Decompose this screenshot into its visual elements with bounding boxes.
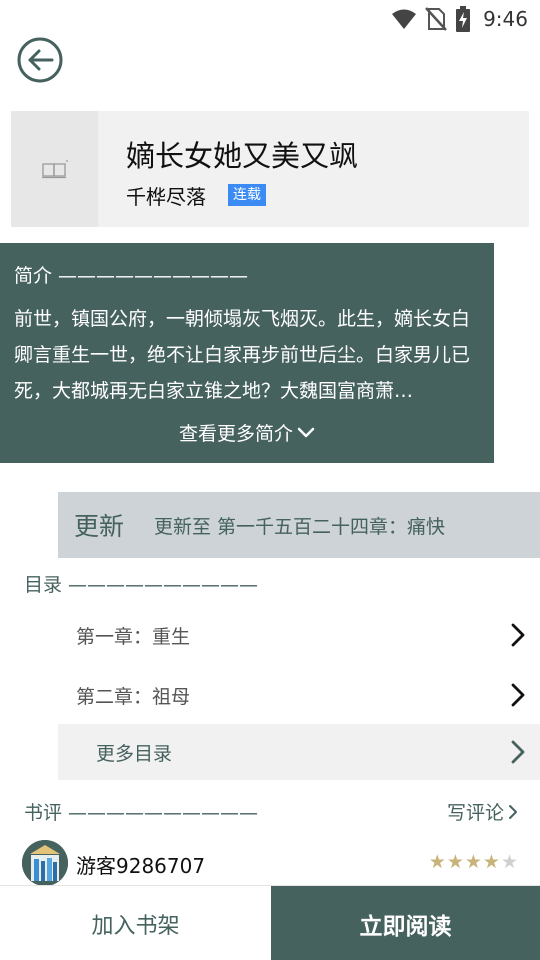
star-filled-icon: ★	[428, 851, 446, 873]
review-item[interactable]: 游客9286707 ★ ★ ★ ★ ★	[22, 840, 518, 886]
star-filled-icon: ★	[464, 851, 482, 873]
intro-panel: 简介 —————————— 前世，镇国公府，一朝倾塌灰飞烟灭。此生，嫡长女白卿言…	[0, 243, 494, 463]
update-label: 更新	[74, 512, 125, 541]
serial-status-badge: 连载	[228, 184, 266, 206]
chevron-right-icon	[511, 740, 525, 764]
write-review-label: 写评论	[446, 802, 504, 824]
review-rating: ★ ★ ★ ★ ★	[429, 852, 518, 872]
star-empty-icon: ★	[500, 851, 518, 873]
book-placeholder-icon	[41, 160, 68, 179]
back-button[interactable]	[16, 36, 64, 84]
status-bar: 9:46	[0, 0, 540, 36]
intro-text: 前世，镇国公府，一朝倾塌灰飞烟灭。此生，嫡长女白卿言重生一世，绝不让白家再步前世…	[14, 308, 471, 402]
update-text: 更新至 第一千五百二十四章：痛快	[154, 515, 446, 538]
avatar	[22, 840, 68, 886]
bookshelf-avatar-icon	[22, 840, 68, 886]
book-author: 千桦尽落	[126, 185, 206, 209]
latest-update-bar[interactable]: 更新 更新至 第一千五百二十四章：痛快	[58, 492, 540, 558]
chapter-item[interactable]: 第二章：祖母	[58, 667, 540, 723]
write-review-button[interactable]: 写评论	[447, 798, 518, 825]
read-now-button[interactable]: 立即阅读	[271, 886, 540, 960]
chevron-down-icon	[297, 427, 315, 437]
book-cover	[11, 111, 98, 227]
status-icons: 9:46	[391, 6, 528, 32]
chevron-right-icon	[511, 683, 525, 707]
star-filled-icon: ★	[446, 851, 464, 873]
show-more-intro-label: 查看更多简介	[178, 423, 293, 445]
book-info-card: 嫡长女她又美又飒 千桦尽落 连载	[11, 111, 529, 227]
reviews-header: 书评 ——————————	[24, 802, 259, 824]
chapter-label: 第二章：祖母	[76, 685, 191, 708]
back-arrow-icon	[17, 37, 63, 83]
more-toc-label: 更多目录	[96, 742, 173, 765]
chapter-item[interactable]: 第一章：重生	[58, 607, 540, 663]
chevron-right-icon	[511, 623, 525, 647]
show-more-intro-button[interactable]: 查看更多简介	[0, 419, 494, 446]
review-username: 游客9286707	[76, 854, 206, 878]
bottom-action-bar: 加入书架 立即阅读	[0, 885, 540, 960]
status-time: 9:46	[483, 7, 528, 31]
no-sim-icon	[425, 7, 448, 31]
star-filled-icon: ★	[482, 851, 500, 873]
chapter-label: 第一章：重生	[76, 625, 191, 648]
intro-header: 简介 ——————————	[14, 265, 249, 287]
more-toc-button[interactable]: 更多目录	[58, 724, 540, 780]
toc-header: 目录 ——————————	[24, 574, 259, 596]
wifi-icon	[392, 9, 417, 29]
battery-charging-icon	[456, 6, 471, 32]
book-title: 嫡长女她又美又飒	[126, 139, 359, 173]
add-to-shelf-button[interactable]: 加入书架	[0, 886, 271, 960]
chevron-right-icon	[509, 804, 517, 819]
